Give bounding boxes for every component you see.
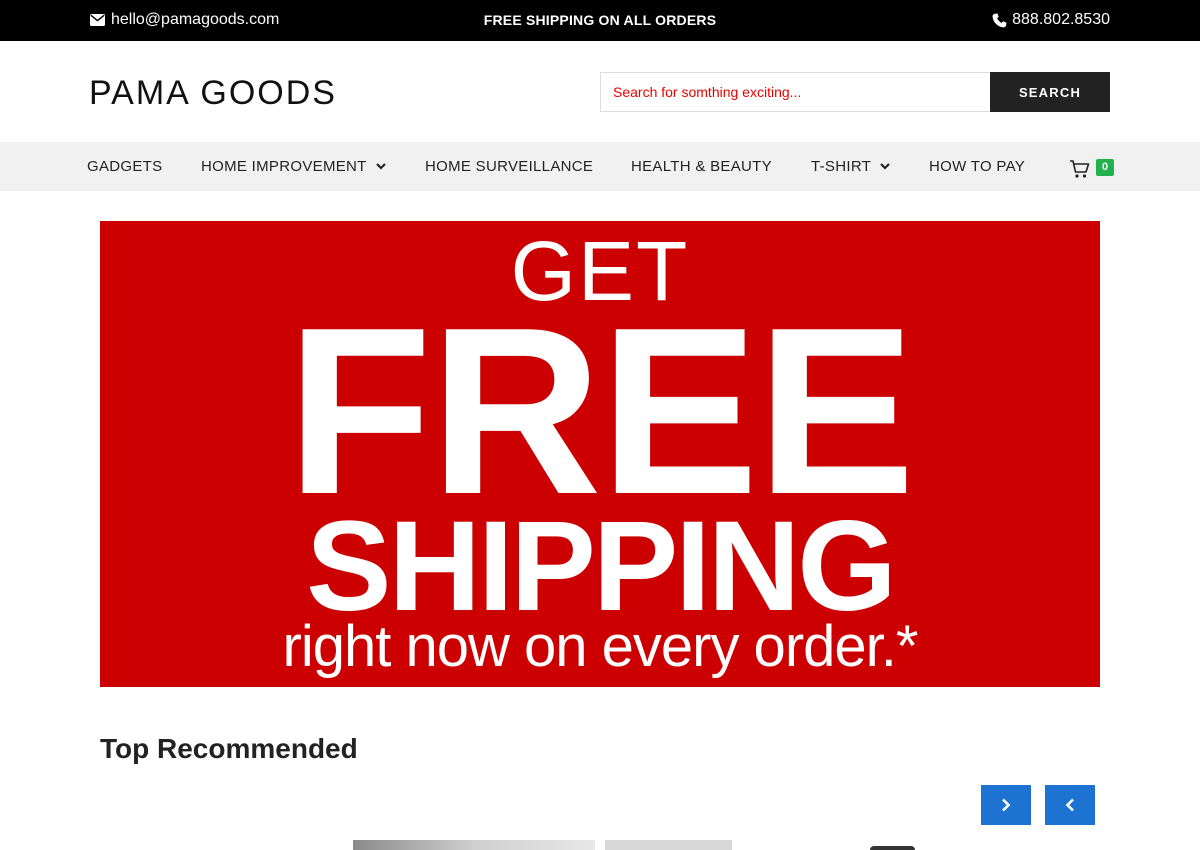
nav-item-home-improvement[interactable]: HOME IMPROVEMENT	[201, 142, 386, 191]
free-shipping-banner[interactable]: GET FREE SHIPPING right now on every ord…	[100, 221, 1100, 687]
nav-item-how-to-pay[interactable]: HOW TO PAY	[929, 142, 1025, 191]
nav-item-label: HEALTH & BEAUTY	[631, 158, 772, 175]
chevron-down-icon	[880, 163, 890, 170]
nav-item-label: HOME SURVEILLANCE	[425, 158, 594, 175]
site-logo[interactable]: PAMA GOODS	[89, 74, 337, 113]
banner-line-shipping: SHIPPING	[306, 495, 897, 638]
email-link[interactable]: hello@pamagoods.com	[90, 11, 279, 29]
cart-count-badge: 0	[1096, 159, 1114, 176]
nav-item-label: HOME IMPROVEMENT	[201, 158, 367, 175]
nav-item-gadgets[interactable]: GADGETS	[87, 142, 162, 191]
envelope-icon	[90, 14, 105, 26]
carousel-prev-button[interactable]	[1045, 785, 1095, 825]
banner-line-subtitle: right now on every order.*	[282, 614, 919, 679]
product-thumbnail[interactable]	[605, 840, 732, 850]
chevron-left-icon	[1065, 798, 1074, 812]
product-thumbnail[interactable]	[870, 846, 915, 850]
top-bar: hello@pamagoods.com FREE SHIPPING ON ALL…	[0, 0, 1200, 41]
search-input[interactable]	[600, 72, 991, 112]
nav-item-label: HOW TO PAY	[929, 158, 1026, 175]
nav-item-label: GADGETS	[87, 158, 163, 175]
carousel-next-button[interactable]	[981, 785, 1031, 825]
section-title: Top Recommended	[100, 733, 358, 764]
email-text: hello@pamagoods.com	[111, 11, 280, 28]
product-thumbnail[interactable]	[353, 840, 595, 850]
nav-item-label: T-SHIRT	[811, 158, 872, 175]
phone-text: 888.802.8530	[1012, 11, 1110, 28]
search-button[interactable]: SEARCH	[990, 72, 1110, 112]
chevron-down-icon	[375, 163, 386, 170]
chevron-right-icon	[1002, 798, 1011, 812]
shopping-cart-icon	[1070, 160, 1090, 178]
phone-icon	[992, 12, 1007, 27]
nav-item-t-shirt[interactable]: T-SHIRT	[811, 142, 890, 191]
phone-link[interactable]: 888.802.8530	[992, 11, 1110, 29]
nav-item-health-beauty[interactable]: HEALTH & BEAUTY	[631, 142, 772, 191]
main-nav: GADGETS HOME IMPROVEMENT HOME SURVEILLAN…	[0, 142, 1200, 191]
nav-item-home-surveillance[interactable]: HOME SURVEILLANCE	[425, 142, 593, 191]
